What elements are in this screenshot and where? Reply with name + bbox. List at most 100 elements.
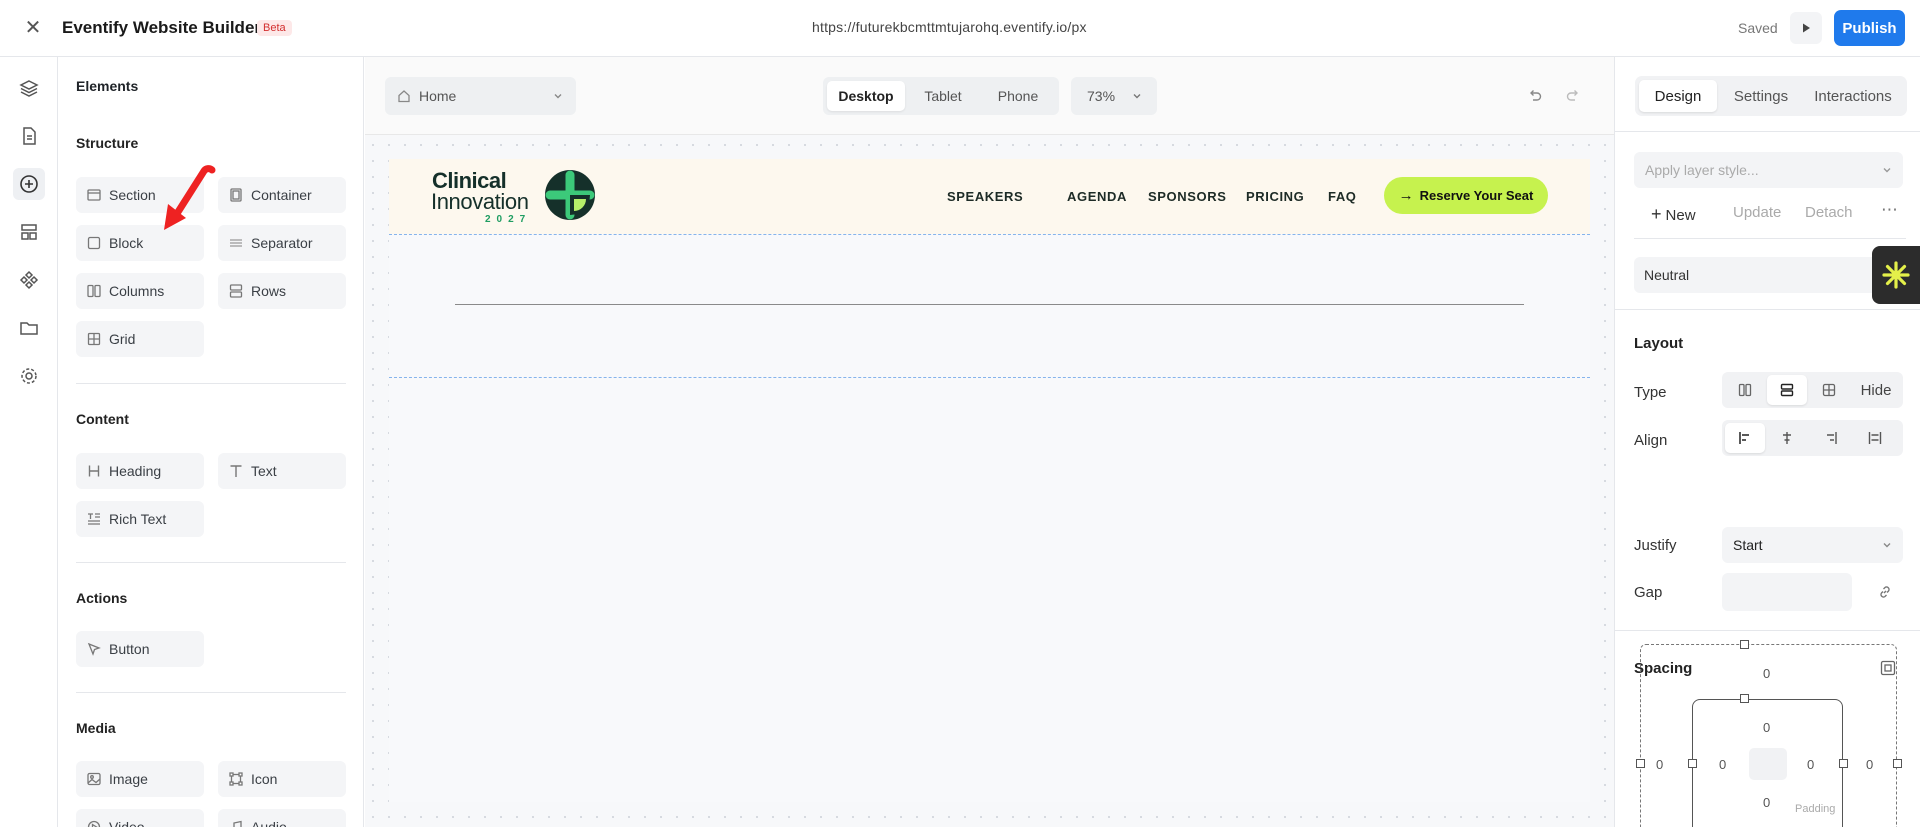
update-style-button[interactable]: Update [1733, 204, 1781, 221]
assistant-widget[interactable] [1872, 246, 1920, 304]
folder-icon[interactable] [13, 312, 45, 344]
element-image[interactable]: Image [76, 761, 204, 797]
element-label: Section [109, 187, 156, 203]
zoom-select[interactable]: 73% [1071, 77, 1157, 115]
justify-select[interactable]: Start [1722, 527, 1903, 563]
element-grid[interactable]: Grid [76, 321, 204, 357]
element-label: Video [109, 819, 145, 827]
components-icon[interactable] [13, 264, 45, 296]
element-separator[interactable]: Separator [218, 225, 346, 261]
element-rich-text[interactable]: Rich Text [76, 501, 204, 537]
design-panel: Design Settings Interactions Apply layer… [1614, 57, 1920, 827]
link-icon[interactable] [1877, 584, 1893, 600]
nav-link-sponsors[interactable]: SPONSORS [1148, 189, 1226, 204]
element-container[interactable]: Container [218, 177, 346, 213]
elements-panel: Elements Structure Section Container Blo… [58, 57, 364, 827]
padding-top-value[interactable]: 0 [1763, 720, 1770, 735]
margin-left-value[interactable]: 0 [1656, 757, 1663, 772]
rich-text-icon [88, 513, 100, 525]
padding-left-handle[interactable] [1688, 759, 1697, 768]
rows-icon[interactable] [1767, 375, 1807, 405]
grid-icon[interactable] [1809, 375, 1849, 405]
align-center-icon[interactable] [1767, 423, 1807, 453]
margin-left-handle[interactable] [1636, 759, 1645, 768]
block-icon [87, 236, 101, 250]
device-tablet[interactable]: Tablet [905, 81, 981, 111]
nav-link-faq[interactable]: FAQ [1328, 189, 1357, 204]
detach-style-button[interactable]: Detach [1805, 204, 1853, 221]
chevron-down-icon [1133, 94, 1141, 99]
device-phone[interactable]: Phone [981, 81, 1055, 111]
element-label: Text [251, 463, 277, 479]
margin-right-value[interactable]: 0 [1866, 757, 1873, 772]
element-rows[interactable]: Rows [218, 273, 346, 309]
redo-icon[interactable] [1565, 87, 1581, 103]
margin-right-handle[interactable] [1893, 759, 1902, 768]
gap-input[interactable] [1722, 573, 1852, 611]
page-select[interactable]: Home [385, 77, 576, 115]
panel-tabs: Design Settings Interactions [1635, 76, 1907, 116]
divider [1615, 309, 1920, 310]
settings-icon[interactable] [13, 360, 45, 392]
layers-icon[interactable] [13, 72, 45, 104]
element-button[interactable]: Button [76, 631, 204, 667]
new-style-button[interactable]: + New [1651, 204, 1696, 225]
tab-interactions[interactable]: Interactions [1803, 80, 1903, 112]
audio-icon [233, 820, 242, 827]
align-switch [1722, 420, 1903, 456]
element-icon[interactable]: Icon [218, 761, 346, 797]
nav-link-agenda[interactable]: AGENDA [1067, 189, 1127, 204]
logo-line-2: Innovation [431, 189, 529, 214]
padding-right-value[interactable]: 0 [1807, 757, 1814, 772]
element-columns[interactable]: Columns [76, 273, 204, 309]
nav-link-speakers[interactable]: SPEAKERS [947, 189, 1023, 204]
align-end-icon[interactable] [1811, 423, 1851, 453]
columns-icon[interactable] [1725, 375, 1765, 405]
justify-label: Justify [1634, 537, 1677, 554]
reserve-seat-button[interactable]: → Reserve Your Seat [1384, 177, 1548, 214]
padding-left-value[interactable]: 0 [1719, 757, 1726, 772]
home-icon [398, 90, 410, 103]
element-video[interactable]: Video [76, 809, 204, 827]
canvas-toolbar: Home Desktop Tablet Phone 73% [365, 57, 1614, 135]
color-mode-select[interactable]: Neutral [1634, 257, 1903, 293]
publish-button[interactable]: Publish [1834, 10, 1905, 46]
site-header[interactable]: Clinical Innovation 2027 SPEAKERS AGENDA… [389, 159, 1590, 234]
cta-label: Reserve Your Seat [1419, 188, 1534, 203]
color-mode-value: Neutral [1644, 267, 1690, 283]
device-desktop[interactable]: Desktop [827, 81, 905, 111]
tab-settings[interactable]: Settings [1721, 80, 1801, 112]
top-bar: ✕ Eventify Website Builder Beta https://… [0, 0, 1920, 57]
hide-layout-button[interactable]: Hide [1852, 375, 1900, 405]
divider [76, 692, 346, 693]
element-label: Button [109, 641, 150, 657]
element-text[interactable]: Text [218, 453, 346, 489]
element-audio[interactable]: Audio [218, 809, 346, 827]
padding-bottom-value[interactable]: 0 [1763, 795, 1770, 810]
padding-top-handle[interactable] [1740, 694, 1749, 703]
icon-element-icon [229, 772, 243, 786]
layer-style-select[interactable]: Apply layer style... [1634, 152, 1903, 188]
align-stretch-icon[interactable] [1855, 423, 1895, 453]
site-url[interactable]: https://futurekbcmttmtujarohq.eventify.i… [812, 19, 1087, 35]
preview-button[interactable] [1790, 12, 1822, 44]
element-label: Grid [109, 331, 136, 347]
app-title: Eventify Website Builder [62, 18, 262, 37]
text-icon [230, 465, 242, 477]
padding-right-handle[interactable] [1839, 759, 1848, 768]
close-icon[interactable]: ✕ [22, 17, 44, 39]
zoom-value: 73% [1087, 88, 1116, 104]
image-icon [87, 772, 101, 786]
add-element-icon[interactable] [13, 168, 45, 200]
nav-link-pricing[interactable]: PRICING [1246, 189, 1304, 204]
align-start-icon[interactable] [1725, 423, 1765, 453]
element-heading[interactable]: Heading [76, 453, 204, 489]
more-options-icon[interactable]: ⋯ [1881, 200, 1898, 220]
undo-icon[interactable] [1527, 87, 1543, 103]
page-icon[interactable] [13, 120, 45, 152]
separator-element[interactable] [455, 304, 1524, 305]
tab-design[interactable]: Design [1639, 80, 1717, 112]
margin-top-value[interactable]: 0 [1763, 666, 1770, 681]
margin-top-handle[interactable] [1740, 640, 1749, 649]
layout-icon[interactable] [13, 216, 45, 248]
